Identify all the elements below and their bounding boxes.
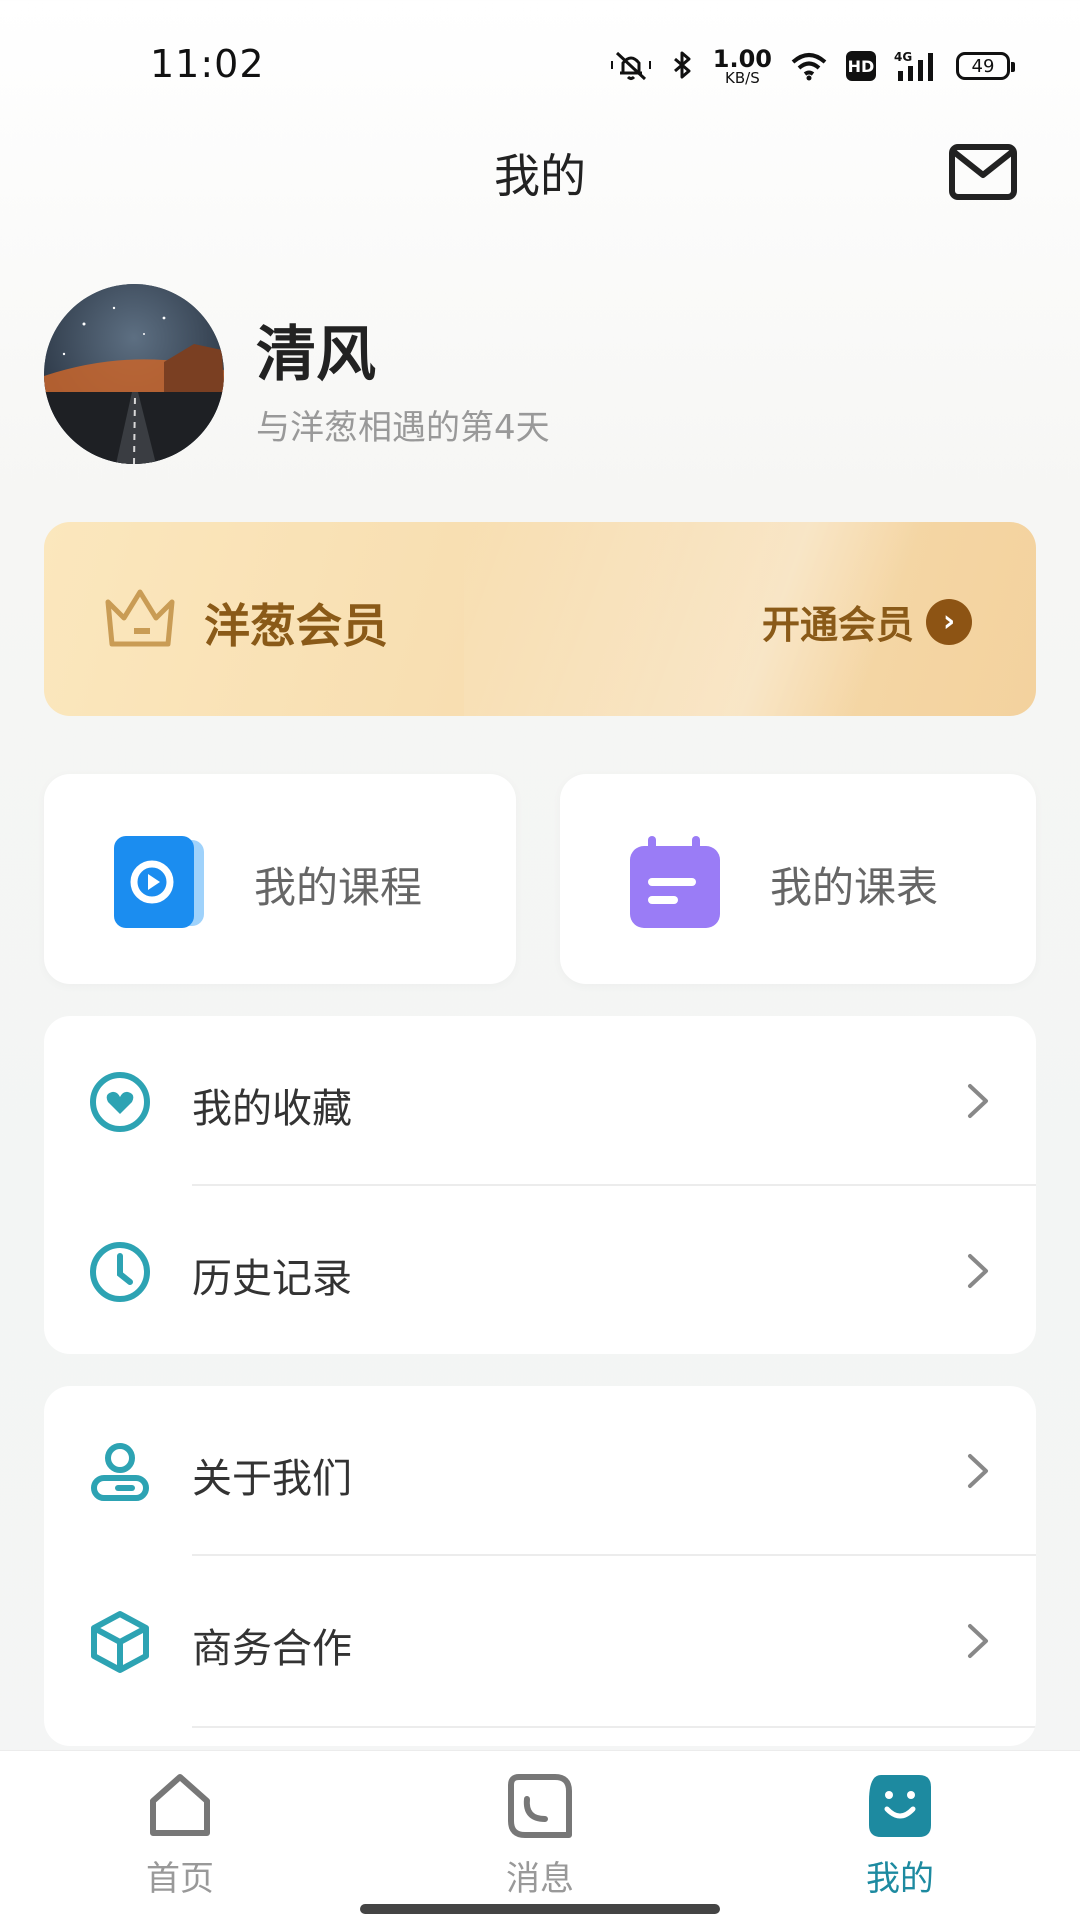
business-label: 商务合作 bbox=[192, 1626, 352, 1672]
chevron-right-icon: › bbox=[926, 598, 972, 645]
smile-icon bbox=[869, 1775, 931, 1837]
user-name: 清风 bbox=[256, 320, 376, 390]
home-indicator bbox=[360, 1904, 720, 1914]
nav-home[interactable]: 首页 bbox=[80, 1771, 280, 1911]
menu-group-1: 我的收藏 历史记录 bbox=[44, 1016, 1036, 1354]
mute-icon bbox=[610, 51, 651, 81]
my-courses-card[interactable]: 我的课程 bbox=[44, 774, 516, 984]
chevron-right-icon bbox=[968, 1254, 988, 1288]
vip-banner[interactable]: 洋葱会员 开通会员 › bbox=[44, 522, 1036, 716]
bottom-nav: 首页 消息 我的 bbox=[0, 1750, 1080, 1921]
chevron-right-icon bbox=[968, 1624, 988, 1658]
play-icon bbox=[114, 836, 204, 928]
clock-icon bbox=[90, 1242, 150, 1302]
list-item-favorites[interactable]: 我的收藏 bbox=[44, 1016, 1036, 1186]
chevron-right-icon bbox=[968, 1084, 988, 1118]
bluetooth-icon bbox=[673, 51, 691, 79]
my-courses-label: 我的课程 bbox=[254, 863, 423, 912]
crown-icon bbox=[105, 589, 175, 647]
message-icon bbox=[508, 1774, 572, 1838]
signal-icon: 4G bbox=[894, 50, 933, 81]
menu-group-2: 关于我们 商务合作 bbox=[44, 1386, 1036, 1746]
my-schedule-card[interactable]: 我的课表 bbox=[560, 774, 1036, 984]
list-item-history[interactable]: 历史记录 bbox=[44, 1186, 1036, 1354]
about-us-label: 关于我们 bbox=[192, 1456, 352, 1502]
status-bar: 11:02 1.00 KB/S HD 4G 49 bbox=[0, 0, 1080, 130]
nav-mine-label: 我的 bbox=[866, 1859, 934, 1899]
home-icon bbox=[150, 1774, 210, 1836]
avatar[interactable] bbox=[44, 284, 224, 464]
user-join-days: 与洋葱相遇的第4天 bbox=[256, 408, 550, 448]
vip-title: 洋葱会员 bbox=[204, 599, 388, 653]
mail-icon bbox=[949, 144, 1017, 200]
net-speed: 1.00 KB/S bbox=[712, 44, 772, 87]
battery-indicator: 49 bbox=[956, 52, 1015, 80]
heart-icon bbox=[90, 1072, 150, 1132]
list-item-business[interactable]: 商务合作 bbox=[44, 1556, 1036, 1726]
calendar-icon bbox=[630, 836, 720, 928]
list-item-about-us[interactable]: 关于我们 bbox=[44, 1386, 1036, 1556]
open-vip-label: 开通会员 bbox=[761, 603, 914, 647]
wifi-icon bbox=[791, 53, 827, 81]
divider bbox=[192, 1726, 1036, 1728]
chevron-right-icon bbox=[968, 1454, 988, 1488]
nav-messages[interactable]: 消息 bbox=[440, 1771, 640, 1911]
nav-home-label: 首页 bbox=[146, 1859, 214, 1899]
avatar-image bbox=[44, 284, 224, 464]
status-time: 11:02 bbox=[150, 42, 265, 86]
history-label: 历史记录 bbox=[192, 1256, 352, 1302]
user-icon bbox=[91, 1443, 149, 1501]
cube-icon bbox=[91, 1611, 149, 1673]
open-vip-button[interactable]: 开通会员 › bbox=[762, 594, 972, 649]
status-icons: 1.00 KB/S HD 4G 49 bbox=[609, 44, 1015, 88]
hd-badge: HD bbox=[846, 51, 876, 81]
nav-messages-label: 消息 bbox=[506, 1859, 574, 1899]
mail-button[interactable] bbox=[948, 142, 1018, 202]
network-type: 4G bbox=[894, 50, 912, 64]
page-title: 我的 bbox=[494, 149, 586, 203]
favorites-label: 我的收藏 bbox=[192, 1086, 352, 1132]
my-schedule-label: 我的课表 bbox=[770, 863, 939, 912]
nav-mine[interactable]: 我的 bbox=[800, 1771, 1000, 1911]
